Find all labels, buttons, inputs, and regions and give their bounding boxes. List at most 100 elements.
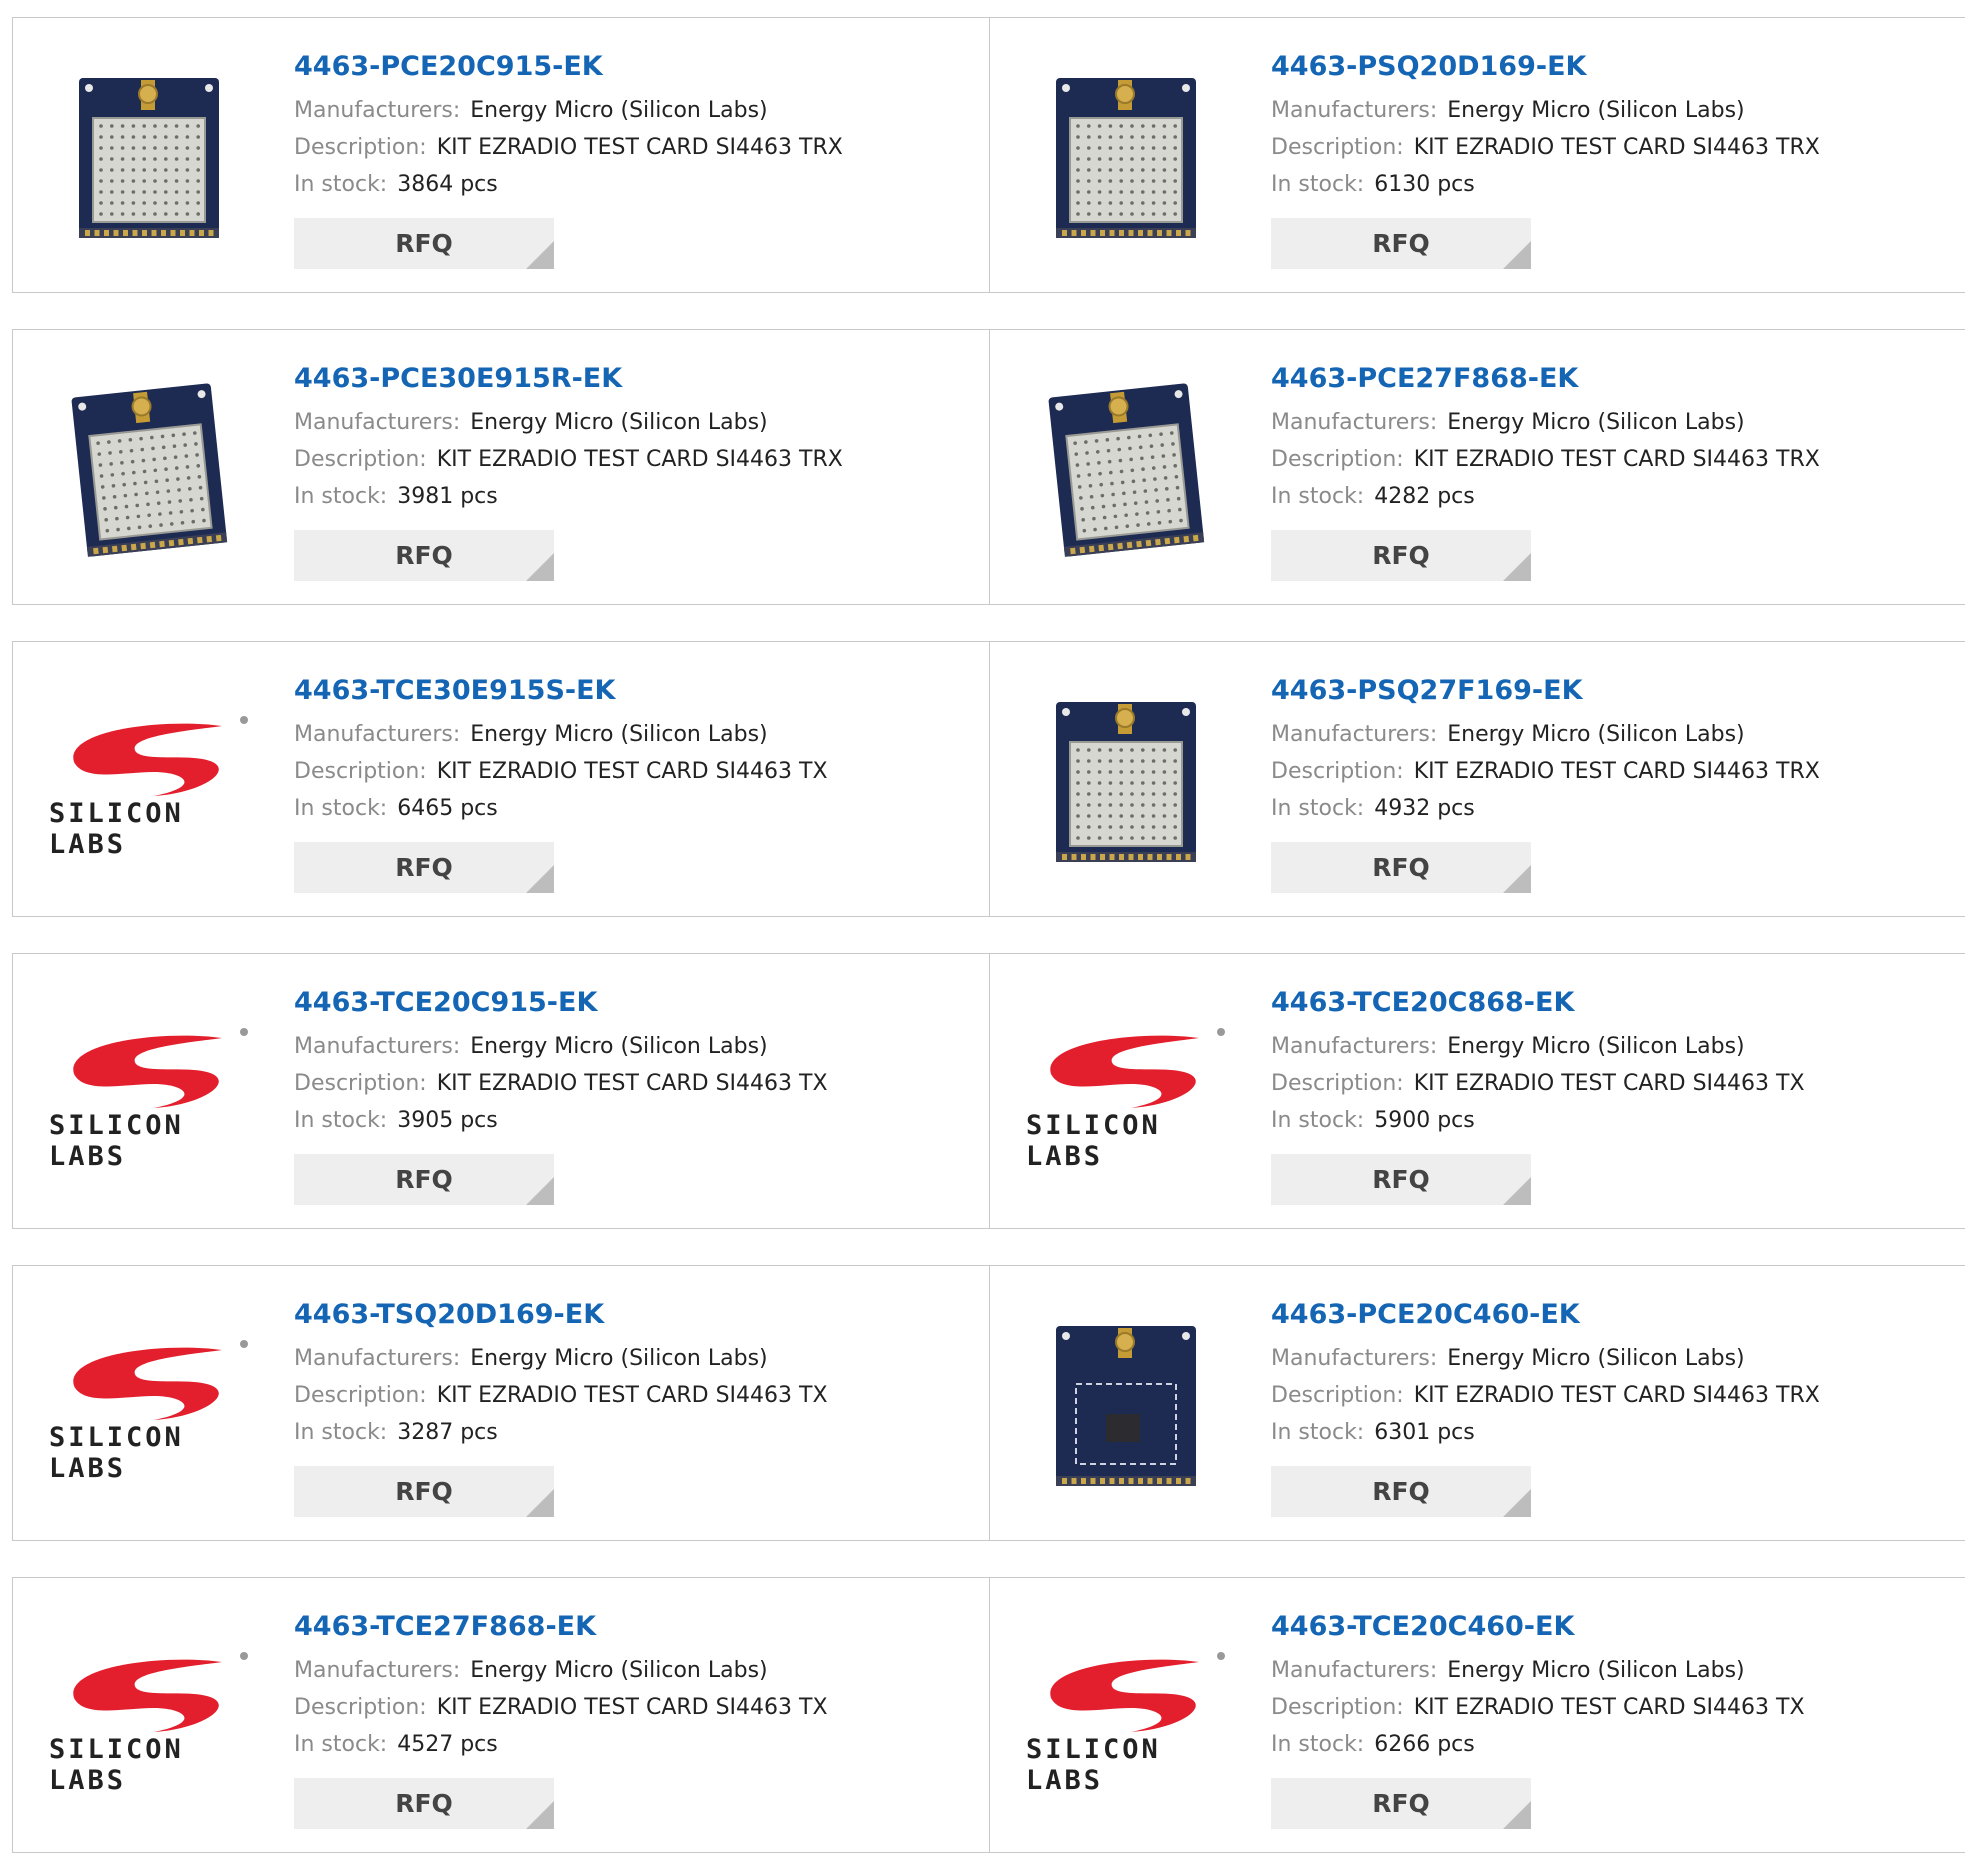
corner-triangle-icon <box>1503 241 1531 269</box>
description-row-value: KIT EZRADIO TEST CARD SI4463 TX <box>436 1071 828 1096</box>
rfq-label: RFQ <box>395 229 453 258</box>
stock-row: In stock: 6465 pcs <box>294 790 979 827</box>
manufacturer-row-label: Manufacturers: <box>1271 98 1438 123</box>
part-number-link[interactable]: 4463-PSQ27F169-EK <box>1271 672 1957 710</box>
product-info: 4463-TCE20C915-EK Manufacturers: Energy Mi… <box>294 984 979 1139</box>
manufacturer-row-label: Manufacturers: <box>294 722 461 747</box>
manufacturer-logo[interactable]: SILICON LABS <box>49 680 249 880</box>
logo-wordmark: SILICON LABS <box>49 798 184 860</box>
rfq-button[interactable]: RFQ <box>1271 530 1531 581</box>
rfq-button[interactable]: RFQ <box>294 1778 554 1829</box>
stock-row-value: 3864 pcs <box>397 172 498 197</box>
stock-row-value: 6130 pcs <box>1374 172 1475 197</box>
manufacturer-row: Manufacturers: Energy Micro (Silicon Labs… <box>1271 1340 1957 1377</box>
product-info: 4463-TCE30E915S-EK Manufacturers: Energy M… <box>294 672 979 827</box>
manufacturer-row: Manufacturers: Energy Micro (Silicon Labs… <box>1271 716 1957 753</box>
rfq-button[interactable]: RFQ <box>294 1154 554 1205</box>
part-number-link[interactable]: 4463-PCE20C460-EK <box>1271 1296 1957 1334</box>
stock-row-value: 3287 pcs <box>397 1420 498 1445</box>
description-row: Description: KIT EZRADIO TEST CARD SI4463… <box>294 1689 979 1726</box>
rfq-button[interactable]: RFQ <box>1271 842 1531 893</box>
manufacturer-row-value: Energy Micro (Silicon Labs) <box>1447 410 1745 435</box>
rfq-label: RFQ <box>1372 1477 1430 1506</box>
manufacturer-row-label: Manufacturers: <box>294 1658 461 1683</box>
part-number-link[interactable]: 4463-PSQ20D169-EK <box>1271 48 1957 86</box>
stock-row-label: In stock: <box>1271 1420 1365 1445</box>
product-image[interactable] <box>49 368 249 568</box>
manufacturer-row-label: Manufacturers: <box>294 1034 461 1059</box>
product-info: 4463-PSQ27F169-EK Manufacturers: Energy Mi… <box>1271 672 1957 827</box>
rfq-button[interactable]: RFQ <box>294 530 554 581</box>
stock-row-label: In stock: <box>1271 1732 1365 1757</box>
manufacturer-row-value: Energy Micro (Silicon Labs) <box>1447 1346 1745 1371</box>
description-row-label: Description: <box>294 135 427 160</box>
manufacturer-row-label: Manufacturers: <box>1271 1346 1438 1371</box>
description-row-value: KIT EZRADIO TEST CARD SI4463 TRX <box>1413 135 1820 160</box>
corner-triangle-icon <box>1503 1489 1531 1517</box>
rfq-button[interactable]: RFQ <box>294 842 554 893</box>
product-card: SILICON LABS 4463-TCE30E915S-EK Manufactur… <box>12 641 990 917</box>
product-card: 4463-PCE30E915R-EK Manufacturers: Energy M… <box>12 329 990 605</box>
manufacturer-row-label: Manufacturers: <box>294 410 461 435</box>
product-card: 4463-PSQ27F169-EK Manufacturers: Energy Mi… <box>990 641 1965 917</box>
description-row-label: Description: <box>1271 1383 1404 1408</box>
description-row: Description: KIT EZRADIO TEST CARD SI4463… <box>294 753 979 790</box>
product-info: 4463-TCE20C868-EK Manufacturers: Energy Mi… <box>1271 984 1957 1139</box>
description-row-value: KIT EZRADIO TEST CARD SI4463 TRX <box>1413 447 1820 472</box>
product-card: SILICON LABS 4463-TCE20C460-EK Manufacture… <box>990 1577 1965 1853</box>
description-row-label: Description: <box>1271 1695 1404 1720</box>
part-number-link[interactable]: 4463-TCE27F868-EK <box>294 1608 979 1646</box>
rfq-button[interactable]: RFQ <box>1271 1778 1531 1829</box>
description-row-label: Description: <box>1271 447 1404 472</box>
rfq-button[interactable]: RFQ <box>1271 218 1531 269</box>
product-card: 4463-PSQ20D169-EK Manufacturers: Energy Mi… <box>990 17 1965 293</box>
rfq-button[interactable]: RFQ <box>294 218 554 269</box>
part-number-link[interactable]: 4463-TCE30E915S-EK <box>294 672 979 710</box>
manufacturer-logo[interactable]: SILICON LABS <box>49 1616 249 1816</box>
logo-wordmark: SILICON LABS <box>49 1422 184 1484</box>
part-number-link[interactable]: 4463-TCE20C868-EK <box>1271 984 1957 1022</box>
manufacturer-logo[interactable]: SILICON LABS <box>49 992 249 1192</box>
logo-wordmark: SILICON LABS <box>1026 1110 1161 1172</box>
part-number-link[interactable]: 4463-TCE20C460-EK <box>1271 1608 1957 1646</box>
product-card: 4463-PCE20C915-EK Manufacturers: Energy Mi… <box>12 17 990 293</box>
corner-triangle-icon <box>1503 1801 1531 1829</box>
description-row-label: Description: <box>294 447 427 472</box>
description-row-label: Description: <box>294 1383 427 1408</box>
manufacturer-row-label: Manufacturers: <box>294 1346 461 1371</box>
manufacturer-row-value: Energy Micro (Silicon Labs) <box>1447 1034 1745 1059</box>
product-image[interactable] <box>1026 56 1226 256</box>
manufacturer-row-label: Manufacturers: <box>1271 410 1438 435</box>
rfq-label: RFQ <box>395 1165 453 1194</box>
stock-row-label: In stock: <box>1271 172 1365 197</box>
rfq-button[interactable]: RFQ <box>294 1466 554 1517</box>
manufacturer-logo[interactable]: SILICON LABS <box>49 1304 249 1504</box>
product-card: SILICON LABS 4463-TCE20C868-EK Manufacture… <box>990 953 1965 1229</box>
product-image[interactable] <box>1026 680 1226 880</box>
stock-row-label: In stock: <box>1271 796 1365 821</box>
rfq-button[interactable]: RFQ <box>1271 1466 1531 1517</box>
description-row: Description: KIT EZRADIO TEST CARD SI4463… <box>1271 1689 1957 1726</box>
description-row-label: Description: <box>1271 759 1404 784</box>
manufacturer-row-label: Manufacturers: <box>294 98 461 123</box>
product-info: 4463-PCE20C915-EK Manufacturers: Energy Mi… <box>294 48 979 203</box>
manufacturer-row: Manufacturers: Energy Micro (Silicon Labs… <box>1271 1028 1957 1065</box>
rfq-button[interactable]: RFQ <box>1271 1154 1531 1205</box>
part-number-link[interactable]: 4463-TCE20C915-EK <box>294 984 979 1022</box>
stock-row: In stock: 3287 pcs <box>294 1414 979 1451</box>
rfq-label: RFQ <box>395 1477 453 1506</box>
description-row-label: Description: <box>294 759 427 784</box>
part-number-link[interactable]: 4463-PCE20C915-EK <box>294 48 979 86</box>
logo-wordmark: SILICON LABS <box>49 1734 184 1796</box>
part-number-link[interactable]: 4463-TSQ20D169-EK <box>294 1296 979 1334</box>
part-number-link[interactable]: 4463-PCE30E915R-EK <box>294 360 979 398</box>
product-info: 4463-PSQ20D169-EK Manufacturers: Energy Mi… <box>1271 48 1957 203</box>
product-image[interactable] <box>1026 1304 1226 1504</box>
manufacturer-logo[interactable]: SILICON LABS <box>1026 992 1226 1192</box>
part-number-link[interactable]: 4463-PCE27F868-EK <box>1271 360 1957 398</box>
product-image[interactable] <box>1026 368 1226 568</box>
product-image[interactable] <box>49 56 249 256</box>
corner-triangle-icon <box>526 553 554 581</box>
manufacturer-logo[interactable]: SILICON LABS <box>1026 1616 1226 1816</box>
manufacturer-row: Manufacturers: Energy Micro (Silicon Labs… <box>294 1028 979 1065</box>
